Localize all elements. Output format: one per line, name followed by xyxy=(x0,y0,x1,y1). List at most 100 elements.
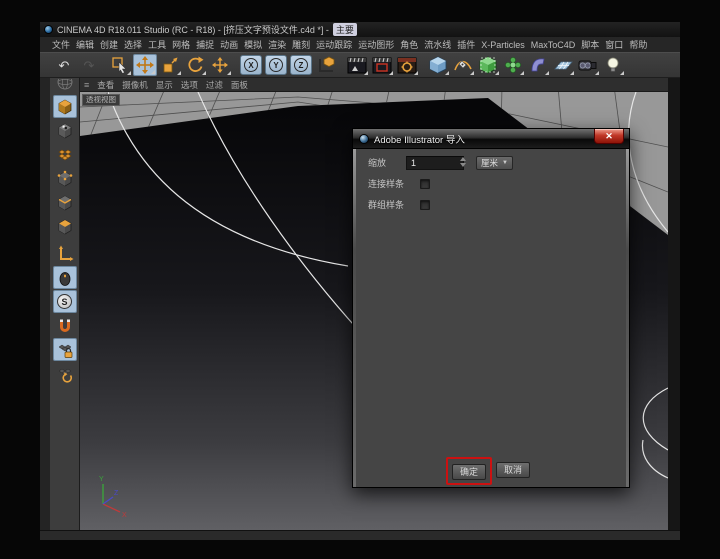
menu-item[interactable]: 脚本 xyxy=(581,38,599,51)
connect-splines-checkbox[interactable] xyxy=(420,179,430,189)
menu-item[interactable]: 渲染 xyxy=(268,38,286,51)
dialog-title-bar[interactable]: Adobe Illustrator 导入 ✕ xyxy=(353,129,629,149)
menu-item[interactable]: 角色 xyxy=(400,38,418,51)
cancel-button[interactable]: 取消 xyxy=(496,462,530,478)
deformer-icon xyxy=(528,55,548,75)
texture-mode-icon xyxy=(56,122,74,140)
scale-input[interactable] xyxy=(406,156,464,170)
move-icon xyxy=(136,56,154,74)
cube-icon xyxy=(428,55,448,75)
floor-icon xyxy=(553,55,573,75)
render-view-button[interactable] xyxy=(345,54,369,76)
deformer-button[interactable] xyxy=(526,54,550,76)
illustrator-icon xyxy=(359,134,369,144)
coordinate-system-icon xyxy=(316,55,336,75)
coordinate-system-button[interactable] xyxy=(314,54,338,76)
scale-tool[interactable] xyxy=(158,54,182,76)
menu-item[interactable]: 创建 xyxy=(100,38,118,51)
viewport-menu-item[interactable]: 查看 xyxy=(97,79,114,91)
dialog-body: 缩放 厘米 ▼ 连接样条 群组样条 确定 取消 xyxy=(356,149,626,487)
menu-item[interactable]: 网格 xyxy=(172,38,190,51)
move-tool[interactable] xyxy=(133,54,157,76)
model-mode-button[interactable] xyxy=(53,95,77,118)
menu-item[interactable]: 选择 xyxy=(124,38,142,51)
magnet-button[interactable] xyxy=(53,314,77,337)
subdivision-surface-button[interactable] xyxy=(476,54,500,76)
main-toolbar: ↶ ↷ xyxy=(40,52,680,78)
snap-button[interactable]: S xyxy=(53,290,77,313)
menu-item[interactable]: 工具 xyxy=(148,38,166,51)
honeycomb-icon xyxy=(56,146,74,164)
viewport-menu-bar: ≡ 查看 摄像机 显示 选项 过滤 面板 xyxy=(80,78,668,92)
ai-import-dialog: Adobe Illustrator 导入 ✕ 缩放 厘米 ▼ 连接样条 群组样条… xyxy=(352,128,630,488)
menu-item[interactable]: 雕刻 xyxy=(292,38,310,51)
live-selection-icon xyxy=(111,56,129,74)
lock-x-button[interactable]: X xyxy=(239,54,263,76)
points-mode-icon xyxy=(56,170,74,188)
connect-row: 连接样条 xyxy=(368,176,626,191)
menu-item[interactable]: 帮助 xyxy=(629,38,647,51)
polygons-mode-button[interactable] xyxy=(53,215,77,238)
unit-select[interactable]: 厘米 ▼ xyxy=(476,156,513,170)
viewport-menu-item[interactable]: 面板 xyxy=(231,79,248,91)
environment-button[interactable] xyxy=(551,54,575,76)
viewport-burger-icon[interactable]: ≡ xyxy=(84,80,89,90)
viewport-menu-item[interactable]: 摄像机 xyxy=(122,79,148,91)
window-title-layout: 主要 xyxy=(333,23,357,36)
edges-mode-button[interactable] xyxy=(53,191,77,214)
lock-y-button[interactable]: Y xyxy=(264,54,288,76)
menu-item[interactable]: 动画 xyxy=(220,38,238,51)
menu-item[interactable]: 运动跟踪 xyxy=(316,38,352,51)
light-button[interactable] xyxy=(601,54,625,76)
workplane-refresh-button[interactable] xyxy=(53,362,77,385)
workplane-lock-button[interactable] xyxy=(53,338,77,361)
spline-pen-button[interactable] xyxy=(451,54,475,76)
axis-mode-icon xyxy=(56,245,74,263)
ok-button[interactable]: 确定 xyxy=(452,464,486,480)
toolbar-separator xyxy=(233,54,238,76)
group-splines-checkbox[interactable] xyxy=(420,200,430,210)
menu-item[interactable]: 流水线 xyxy=(424,38,451,51)
viewport-menu-item[interactable]: 过滤 xyxy=(206,79,223,91)
mouse-icon xyxy=(56,269,74,287)
mograph-button[interactable] xyxy=(501,54,525,76)
camera-button[interactable] xyxy=(576,54,600,76)
render-settings-button[interactable] xyxy=(395,54,419,76)
menu-item[interactable]: 运动图形 xyxy=(358,38,394,51)
add-primitive-button[interactable] xyxy=(426,54,450,76)
render-view-icon xyxy=(347,57,367,74)
redo-button[interactable]: ↷ xyxy=(77,54,101,76)
model-mode-icon xyxy=(56,98,74,116)
dialog-buttons: 确定 取消 xyxy=(356,462,626,480)
menu-item[interactable]: 捕捉 xyxy=(196,38,214,51)
mograph-icon xyxy=(503,55,523,75)
last-tool[interactable] xyxy=(208,54,232,76)
menu-item[interactable]: X-Particles xyxy=(481,40,525,50)
sidebar-wrap: S xyxy=(40,78,80,530)
window-title: CINEMA 4D R18.011 Studio (RC - R18) - [挤… xyxy=(57,23,329,36)
axis-mode-button[interactable] xyxy=(53,242,77,265)
texture-mode-button[interactable] xyxy=(53,119,77,142)
svg-text:Z: Z xyxy=(114,490,119,497)
points-mode-button[interactable] xyxy=(53,167,77,190)
live-selection-tool[interactable] xyxy=(108,54,132,76)
right-frame-strip xyxy=(668,78,680,530)
undo-button[interactable]: ↶ xyxy=(52,54,76,76)
scale-label: 缩放 xyxy=(368,156,400,169)
group-row: 群组样条 xyxy=(368,197,626,212)
render-region-button[interactable] xyxy=(370,54,394,76)
lock-z-button[interactable]: Z xyxy=(289,54,313,76)
menu-item[interactable]: 模拟 xyxy=(244,38,262,51)
mode-sidebar: S xyxy=(50,78,80,530)
viewport-menu-item[interactable]: 显示 xyxy=(156,79,173,91)
workplane-paint-button[interactable] xyxy=(53,143,77,166)
menu-item[interactable]: 文件 xyxy=(52,38,70,51)
menu-item[interactable]: 编辑 xyxy=(76,38,94,51)
rotate-tool[interactable] xyxy=(183,54,207,76)
viewport-mouse-tool-button[interactable] xyxy=(53,266,77,289)
menu-item[interactable]: 插件 xyxy=(457,38,475,51)
dialog-close-button[interactable]: ✕ xyxy=(594,129,624,144)
menu-item[interactable]: MaxToC4D xyxy=(531,40,576,50)
viewport-menu-item[interactable]: 选项 xyxy=(181,79,198,91)
menu-item[interactable]: 窗口 xyxy=(605,38,623,51)
